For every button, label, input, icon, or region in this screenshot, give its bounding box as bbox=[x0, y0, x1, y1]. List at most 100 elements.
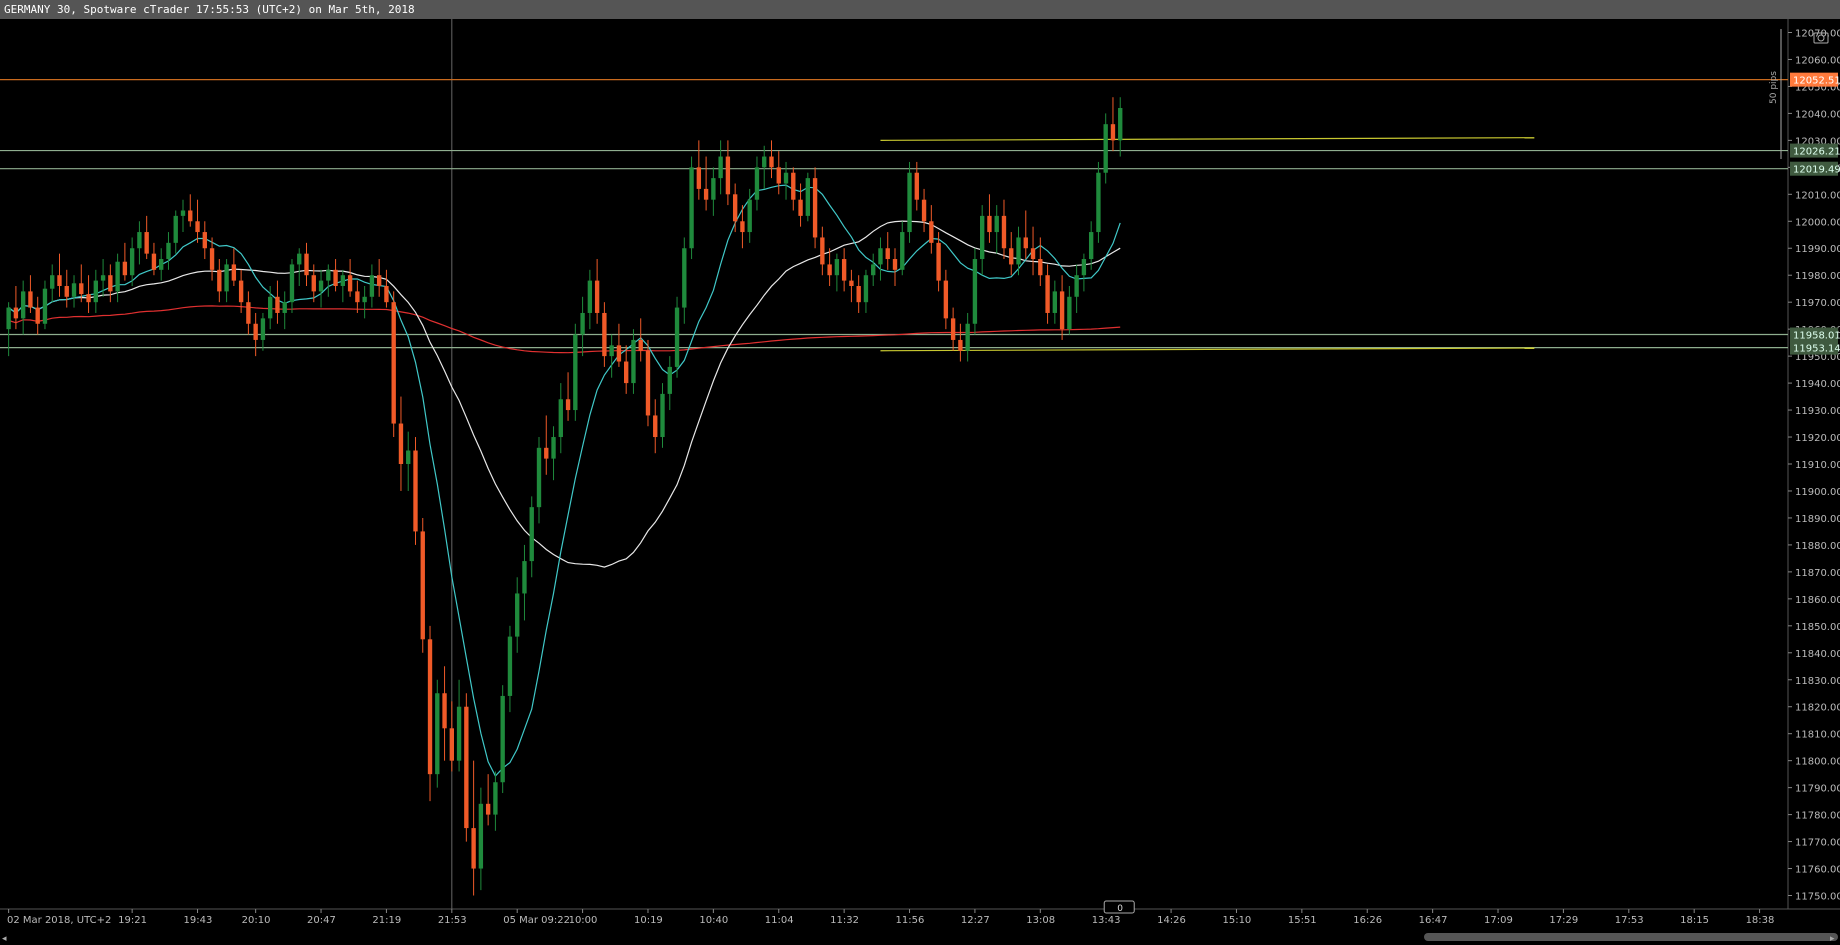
candle-body bbox=[57, 275, 62, 286]
horizontal-scrollbar[interactable] bbox=[1424, 933, 1838, 941]
x-tick-label: 17:09 bbox=[1484, 915, 1513, 926]
y-tick-label: 11800.00 bbox=[1795, 757, 1840, 768]
candle-body bbox=[137, 232, 142, 249]
y-tick-label: 12040.00 bbox=[1795, 109, 1840, 120]
x-tick-label: 05 Mar 09:22 bbox=[503, 915, 570, 926]
candle-body bbox=[159, 259, 164, 270]
candle-body bbox=[696, 167, 702, 189]
y-tick-label: 11870.00 bbox=[1795, 568, 1840, 579]
candle-body bbox=[900, 232, 905, 270]
level-badge: 12026.21 bbox=[1790, 143, 1840, 158]
candle-body bbox=[362, 296, 367, 303]
scroll-right-arrow: ▸ bbox=[1830, 934, 1835, 944]
candle-body bbox=[936, 242, 941, 281]
candle-body bbox=[703, 188, 709, 200]
x-tick-label: 10:19 bbox=[634, 915, 663, 926]
candle-body bbox=[587, 280, 593, 313]
candle-body bbox=[725, 156, 731, 195]
candle-body bbox=[478, 803, 484, 869]
candle-body bbox=[682, 248, 687, 308]
candle-body bbox=[427, 639, 433, 775]
price-chart[interactable]: 12070.0012060.0012050.0012040.0012030.00… bbox=[0, 19, 1840, 945]
candle-body bbox=[616, 345, 622, 362]
x-tick-label: 16:47 bbox=[1419, 915, 1448, 926]
candle-body bbox=[1088, 232, 1094, 260]
candle-body bbox=[456, 706, 462, 761]
candle-body bbox=[921, 199, 927, 222]
candle-body bbox=[529, 507, 534, 562]
candle-body bbox=[485, 803, 491, 815]
candle-body bbox=[202, 232, 207, 249]
candle-body bbox=[180, 210, 186, 216]
candle-body bbox=[740, 221, 745, 233]
candle-body bbox=[1009, 248, 1014, 265]
candle-body bbox=[28, 291, 33, 308]
candle-body bbox=[493, 782, 498, 815]
candle-body bbox=[602, 312, 607, 357]
candle-body bbox=[449, 728, 454, 761]
x-tick-label: 10:40 bbox=[699, 915, 728, 926]
candle-body bbox=[79, 283, 84, 295]
candle-body bbox=[805, 178, 810, 216]
candle-body bbox=[871, 264, 876, 276]
candle-body bbox=[1081, 259, 1087, 276]
y-tick-label: 12010.00 bbox=[1795, 190, 1840, 201]
candle-body bbox=[166, 242, 171, 260]
candle-body bbox=[653, 415, 658, 438]
candle-body bbox=[638, 339, 643, 351]
candle-body bbox=[754, 167, 760, 200]
candle-body bbox=[558, 399, 563, 438]
x-tick-label: 13:43 bbox=[1092, 915, 1121, 926]
candle-body bbox=[965, 323, 970, 351]
candle-body bbox=[914, 172, 919, 200]
y-tick-label: 11830.00 bbox=[1795, 676, 1840, 687]
candle-body bbox=[892, 259, 898, 270]
candle-body bbox=[1052, 291, 1058, 313]
candle-body bbox=[100, 275, 106, 281]
x-tick-label: 11:56 bbox=[896, 915, 925, 926]
x-tick-label: 19:21 bbox=[118, 915, 147, 926]
candle-body bbox=[406, 450, 411, 464]
x-tick-label: 21:53 bbox=[438, 915, 467, 926]
candle-body bbox=[631, 339, 636, 384]
candle-body bbox=[340, 275, 346, 286]
x-tick-label: 17:53 bbox=[1615, 915, 1644, 926]
candle-body bbox=[544, 447, 549, 459]
candle-body bbox=[384, 286, 389, 303]
x-tick-label: 20:47 bbox=[307, 915, 336, 926]
candle-body bbox=[275, 296, 280, 313]
x-tick-label: 15:51 bbox=[1288, 915, 1317, 926]
candle-body bbox=[151, 253, 157, 270]
candle bbox=[413, 437, 418, 545]
x-tick-label: 18:38 bbox=[1746, 915, 1775, 926]
candle-body bbox=[42, 288, 48, 324]
candle-body bbox=[972, 259, 978, 324]
candle-body bbox=[1038, 259, 1043, 276]
candle-body bbox=[326, 269, 331, 281]
x-tick-label: 11:04 bbox=[765, 915, 794, 926]
y-tick-label: 11850.00 bbox=[1795, 622, 1840, 633]
candle-body bbox=[943, 280, 949, 319]
y-tick-label: 11890.00 bbox=[1795, 514, 1840, 525]
candle-body bbox=[609, 345, 614, 357]
candle-body bbox=[1016, 237, 1021, 265]
candle bbox=[420, 517, 425, 653]
y-tick-label: 11970.00 bbox=[1795, 298, 1840, 309]
candle-body bbox=[464, 706, 469, 829]
scroll-readout-label: 0 bbox=[1117, 904, 1123, 914]
scale-note: 50 pips bbox=[1769, 71, 1779, 104]
candle bbox=[674, 296, 680, 378]
x-tick-label: 02 Mar 2018, UTC+2 bbox=[7, 915, 111, 926]
candle-body bbox=[565, 399, 571, 411]
scroll-readout: 0 bbox=[1103, 900, 1135, 914]
candle bbox=[1096, 161, 1101, 243]
candle-body bbox=[769, 156, 774, 168]
candle-body bbox=[689, 167, 694, 249]
y-tick-label: 11750.00 bbox=[1795, 892, 1840, 903]
y-tick-label: 12060.00 bbox=[1795, 55, 1840, 66]
y-tick-label: 11920.00 bbox=[1795, 433, 1840, 444]
candle-body bbox=[1059, 291, 1065, 330]
candle-body bbox=[762, 156, 767, 168]
candle-body bbox=[93, 280, 98, 303]
candle-body bbox=[791, 172, 796, 200]
